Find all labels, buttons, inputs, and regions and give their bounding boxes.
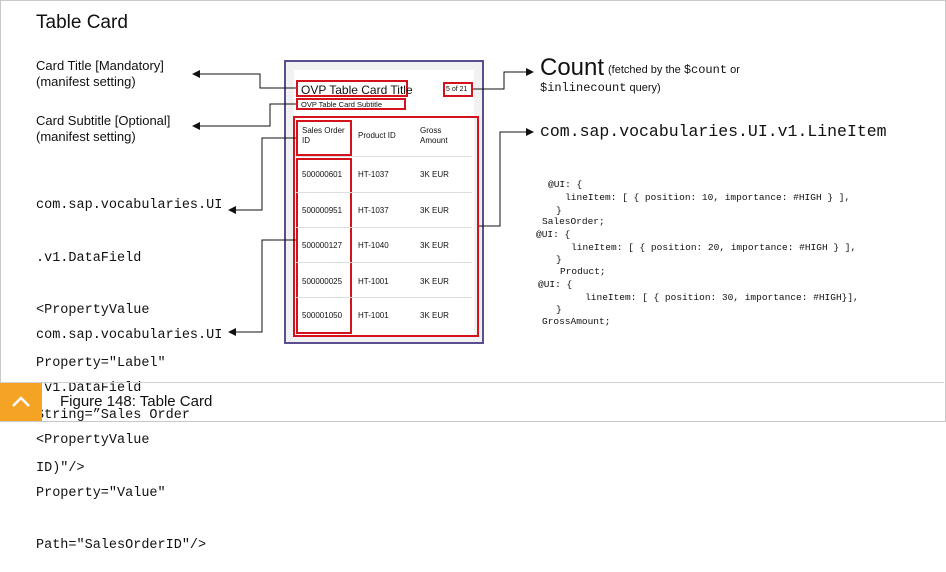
datafield-value-line-5: Path="SalesOrderID"/>: [36, 538, 207, 553]
datafield-value-line-4: Property="Value": [36, 485, 166, 501]
chevron-up-icon: [12, 396, 30, 407]
datafield-label-connector: [228, 137, 296, 214]
card-title-connector: [192, 70, 296, 89]
connector-lines: [192, 68, 534, 336]
count-connector: [473, 68, 534, 90]
figure-caption-bar: Figure 148: Table Card: [0, 382, 944, 421]
datafield-value-line-3: <PropertyValue: [36, 433, 150, 448]
lineitem-connector: [479, 128, 534, 227]
figure-caption: Figure 148: Table Card: [60, 393, 213, 410]
datafield-value-connector: [228, 239, 296, 336]
collapse-toggle[interactable]: [0, 383, 42, 421]
card-subtitle-connector: [192, 103, 296, 130]
